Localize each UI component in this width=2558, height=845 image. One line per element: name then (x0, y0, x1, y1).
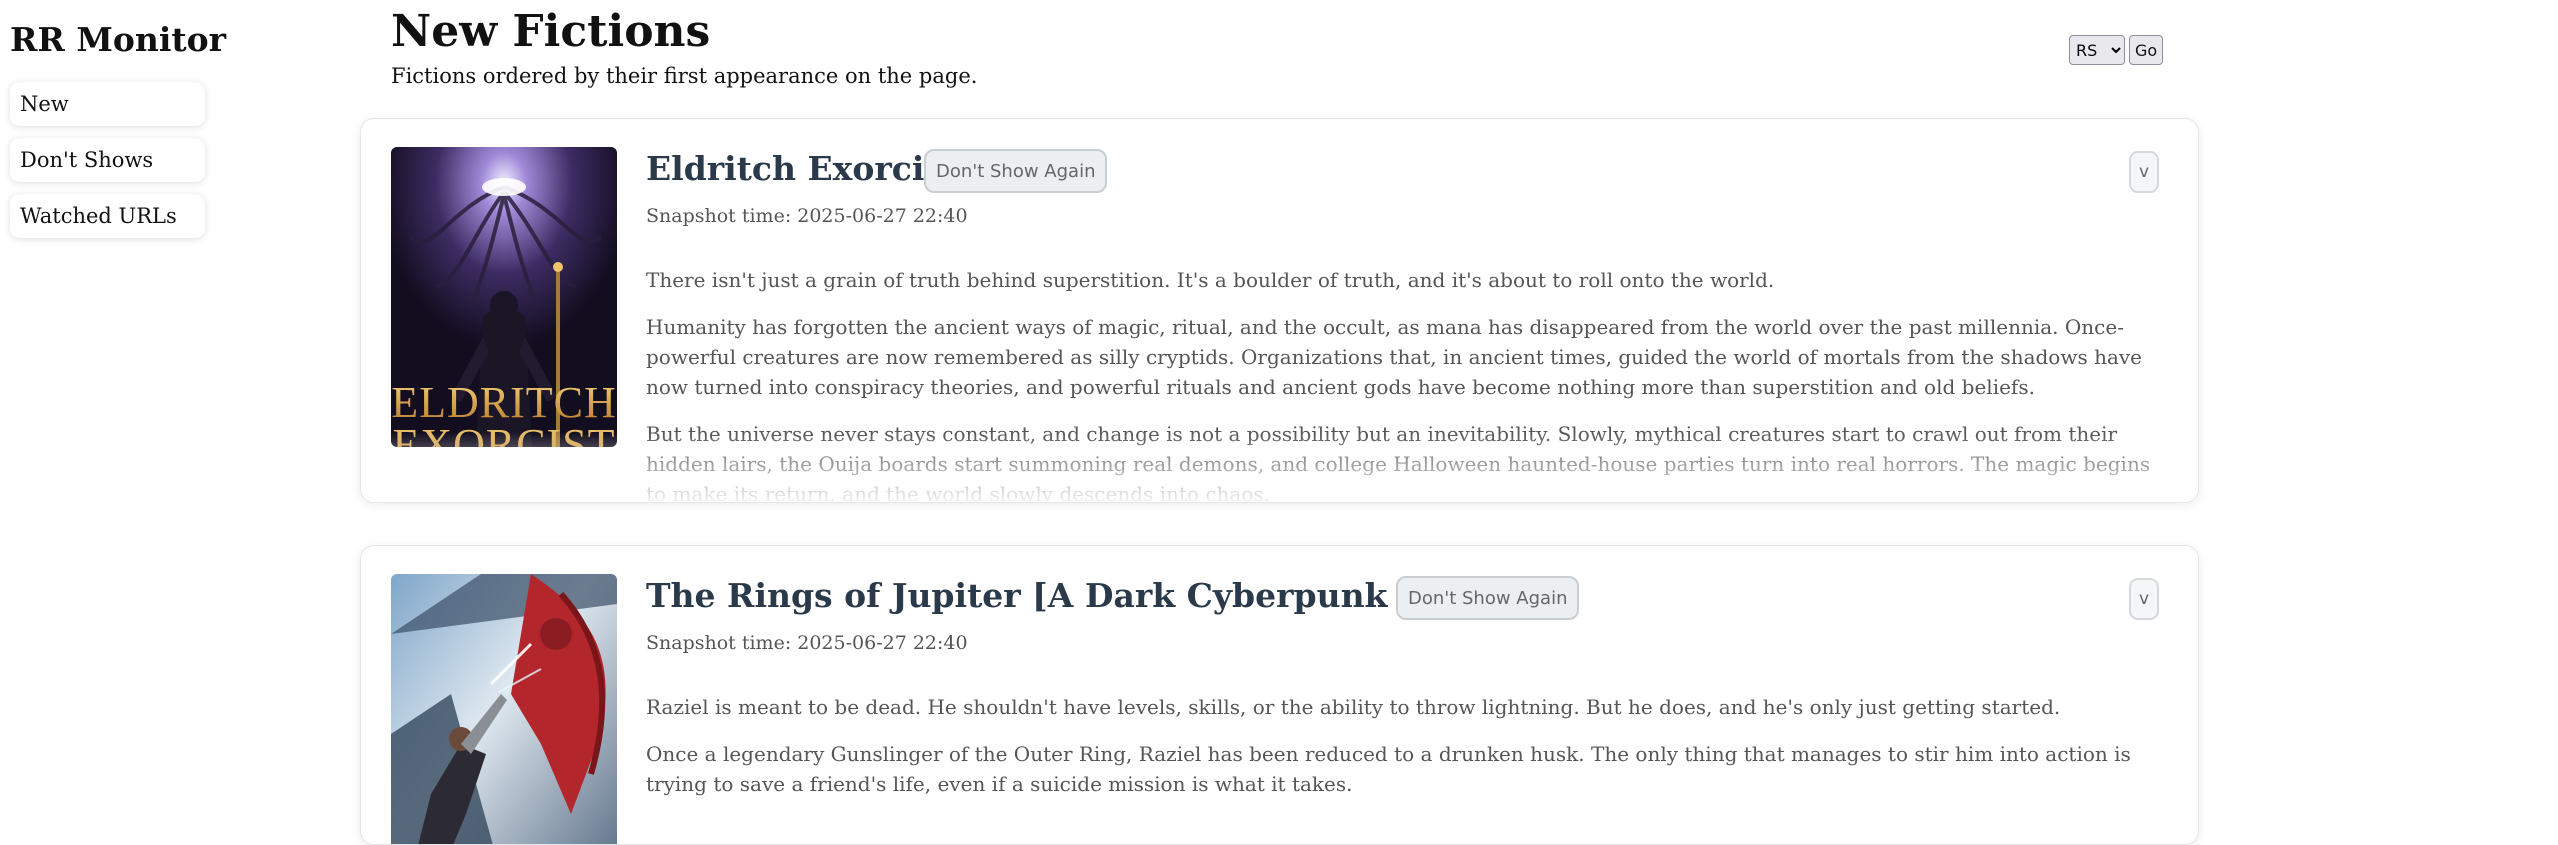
sidebar-item-label: Watched URLs (20, 204, 177, 228)
sidebar-item-label: New (20, 92, 69, 116)
app-brand: RR Monitor (10, 20, 227, 59)
description-paragraph: Humanity has forgotten the ancient ways … (646, 315, 2143, 399)
fiction-description: Raziel is meant to be dead. He shouldn't… (646, 692, 2176, 816)
sidebar-item-watched-urls[interactable]: Watched URLs (10, 194, 205, 238)
snapshot-time: Snapshot time: 2025-06-27 22:40 (646, 205, 968, 227)
site-select[interactable]: RS (2069, 35, 2125, 65)
fiction-description: There isn't just a grain of truth behind… (646, 265, 2176, 503)
page-title: New Fictions (391, 6, 711, 57)
site-controls: RS Go (2069, 35, 2164, 65)
snapshot-time: Snapshot time: 2025-06-27 22:40 (646, 632, 968, 654)
description-paragraph: Raziel is meant to be dead. He shouldn't… (646, 695, 2061, 719)
page-subtitle: Fictions ordered by their first appearan… (391, 64, 978, 88)
dont-show-again-button[interactable]: Don't Show Again (924, 149, 1108, 193)
sidebar-item-label: Don't Shows (20, 148, 154, 172)
cover-image (391, 574, 617, 844)
sidebar-item-dont-shows[interactable]: Don't Shows (10, 138, 205, 182)
description-paragraph: Once a legendary Gunslinger of the Outer… (646, 742, 2131, 796)
fiction-card: ELDRITCH EXORCIST Eldritch Exorcist Don'… (360, 118, 2199, 503)
cover-image: ELDRITCH EXORCIST (391, 147, 617, 447)
sidebar-item-new[interactable]: New (10, 82, 205, 126)
expand-button[interactable]: v (2129, 578, 2159, 620)
description-paragraph: There isn't just a grain of truth behind… (646, 268, 1775, 292)
go-button[interactable]: Go (2129, 35, 2164, 65)
fiction-title[interactable]: Eldritch Exorcist (646, 149, 958, 188)
description-paragraph: But the universe never stays constant, a… (646, 422, 2151, 503)
expand-button[interactable]: v (2129, 151, 2159, 193)
cover-text: EXORCIST (392, 420, 615, 447)
dont-show-again-button[interactable]: Don't Show Again (1396, 576, 1580, 620)
fiction-card: The Rings of Jupiter [A Dark Cyberpunk L… (360, 545, 2199, 845)
